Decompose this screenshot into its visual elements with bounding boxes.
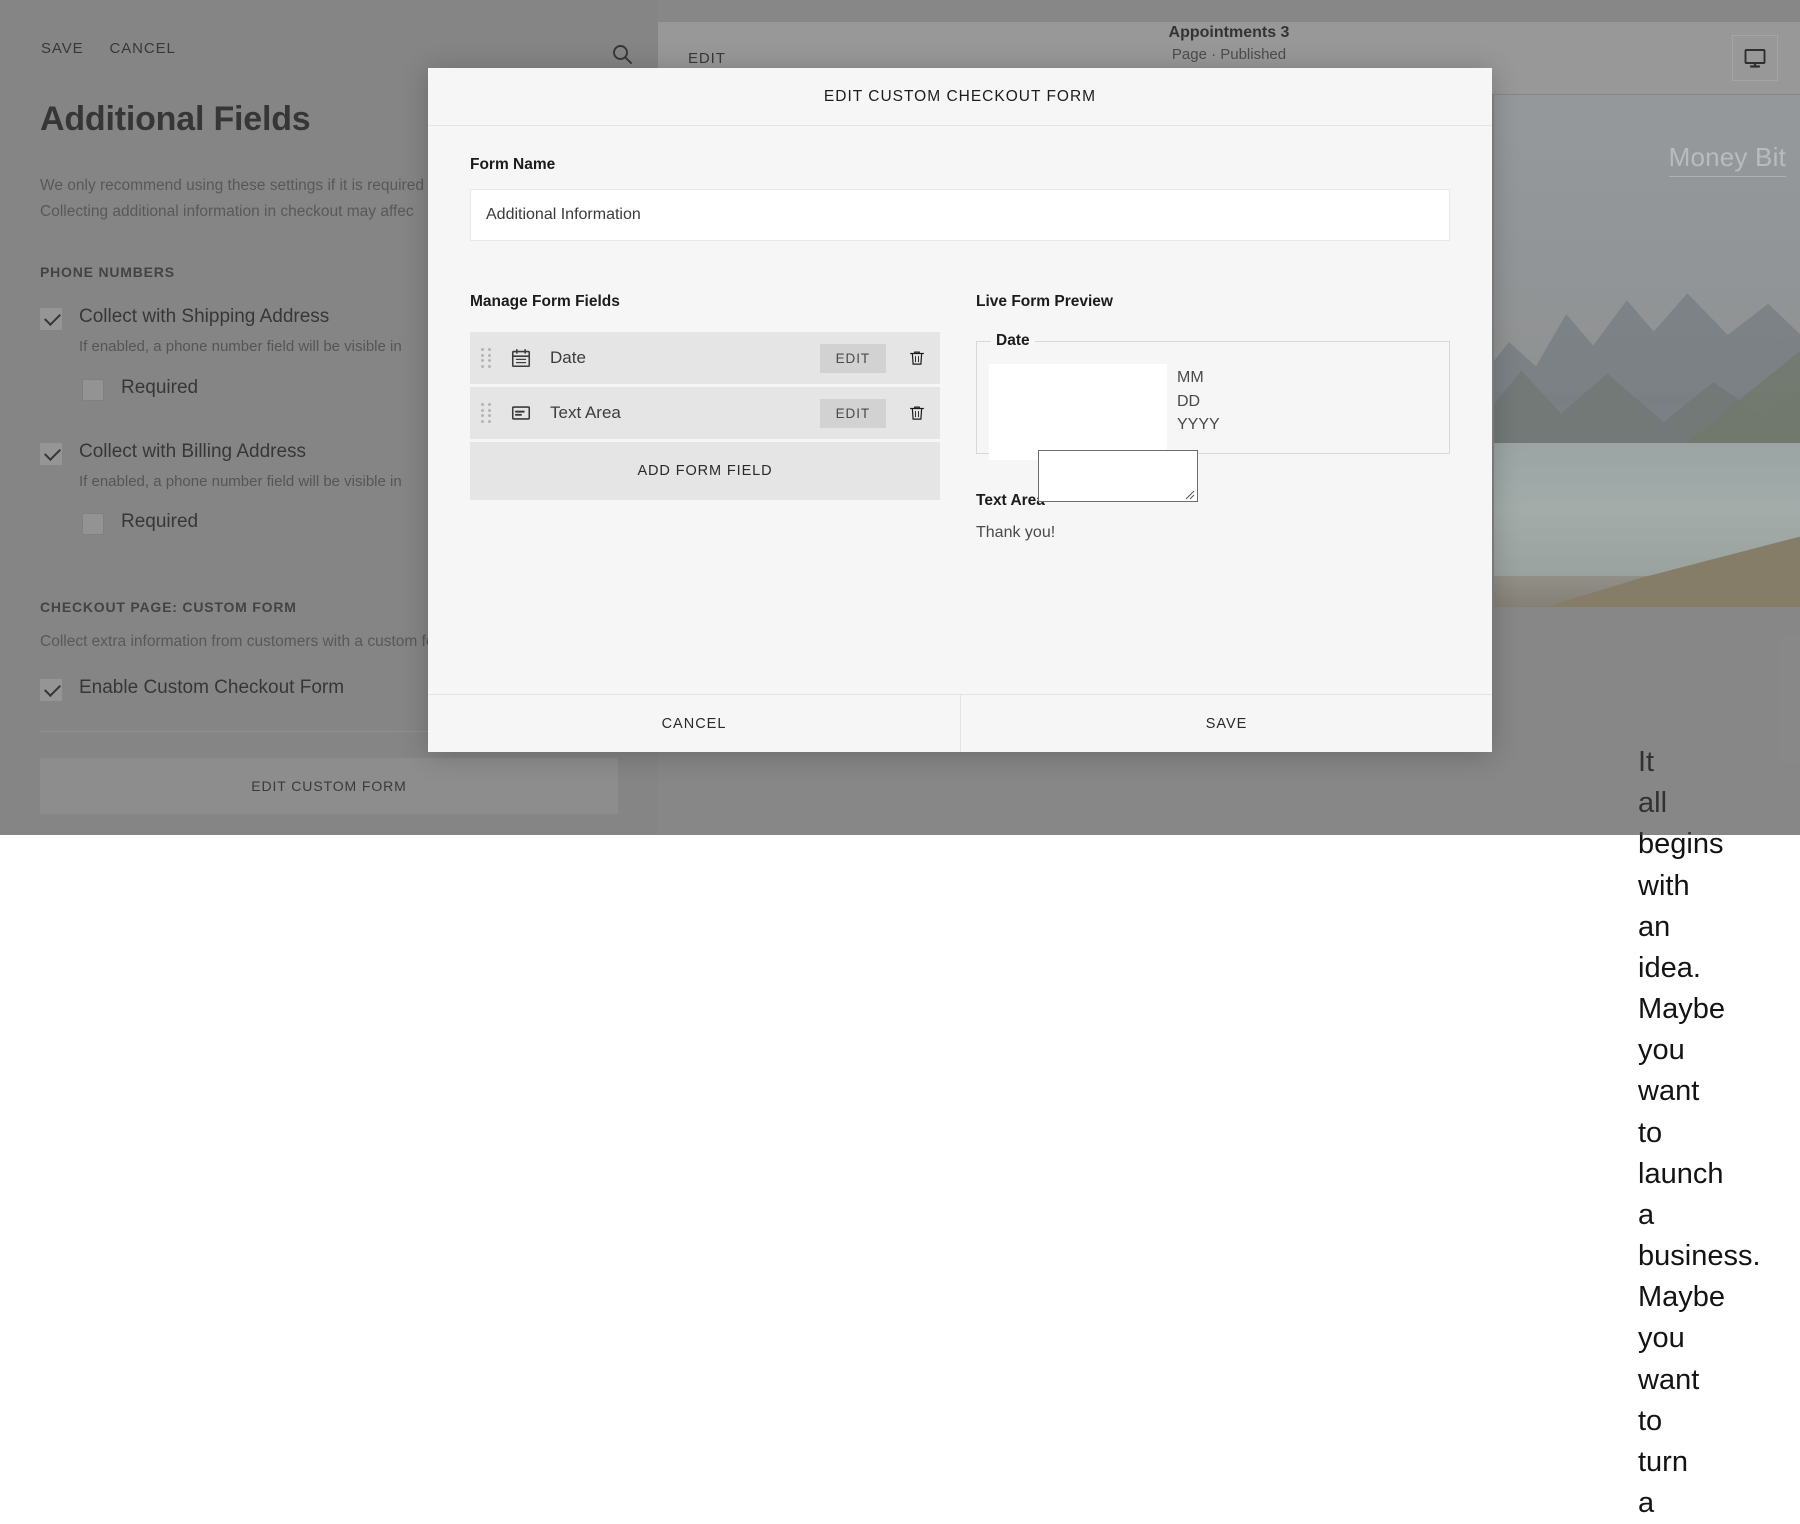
text-area-icon xyxy=(510,402,532,424)
add-form-field-button[interactable]: ADD FORM FIELD xyxy=(470,442,940,500)
form-name-label: Form Name xyxy=(470,156,1450,174)
form-field-name: Date xyxy=(550,348,820,368)
trash-icon[interactable] xyxy=(906,402,928,424)
modal-save-button[interactable]: SAVE xyxy=(960,695,1492,752)
form-field-list: Date EDIT xyxy=(470,332,940,439)
modal-body: Form Name Manage Form Fields xyxy=(428,126,1492,694)
live-form-preview: Date MM DD YYYY Text Area xyxy=(976,332,1450,542)
form-field-name: Text Area xyxy=(550,403,820,423)
date-part-dd: DD xyxy=(1177,390,1220,414)
form-name-input[interactable] xyxy=(470,189,1450,241)
date-part-labels: MM DD YYYY xyxy=(1177,366,1220,437)
form-field-row-text-area[interactable]: Text Area EDIT xyxy=(470,387,940,439)
text-area-field-label: Text Area xyxy=(976,492,1045,510)
drag-handle-icon[interactable] xyxy=(480,346,494,370)
date-input[interactable] xyxy=(989,364,1167,460)
date-part-mm: MM xyxy=(1177,366,1220,390)
trash-icon[interactable] xyxy=(906,347,928,369)
drag-handle-icon[interactable] xyxy=(480,401,494,425)
edit-field-button-text-area[interactable]: EDIT xyxy=(820,399,886,428)
live-form-preview-heading: Live Form Preview xyxy=(976,293,1450,311)
app-background: SAVE CANCEL Additional Fields We only re… xyxy=(0,0,1800,835)
text-area-field-group: Text Area xyxy=(976,454,1450,514)
edit-field-button-date[interactable]: EDIT xyxy=(820,344,886,373)
text-area-input[interactable] xyxy=(1038,450,1198,502)
modal-columns: Manage Form Fields xyxy=(470,293,1450,542)
edit-custom-checkout-form-modal: EDIT CUSTOM CHECKOUT FORM Form Name Mana… xyxy=(428,68,1492,752)
calendar-icon xyxy=(510,347,532,369)
manage-form-fields-column: Manage Form Fields xyxy=(470,293,940,542)
live-form-preview-column: Live Form Preview Date MM DD YYYY xyxy=(976,293,1450,542)
thank-you-message: Thank you! xyxy=(976,524,1450,542)
modal-footer: CANCEL SAVE xyxy=(428,694,1492,752)
resize-grip-icon[interactable] xyxy=(1185,490,1195,500)
form-field-row-date[interactable]: Date EDIT xyxy=(470,332,940,384)
date-part-yyyy: YYYY xyxy=(1177,413,1220,437)
date-field-group: Date MM DD YYYY xyxy=(976,332,1450,454)
modal-cancel-button[interactable]: CANCEL xyxy=(428,695,960,752)
hero-body-text: It all begins with an idea. Maybe you wa… xyxy=(1638,742,1640,1524)
manage-form-fields-heading: Manage Form Fields xyxy=(470,293,940,311)
modal-header: EDIT CUSTOM CHECKOUT FORM xyxy=(428,68,1492,126)
date-field-legend: Date xyxy=(991,332,1035,350)
modal-title: EDIT CUSTOM CHECKOUT FORM xyxy=(824,88,1096,106)
